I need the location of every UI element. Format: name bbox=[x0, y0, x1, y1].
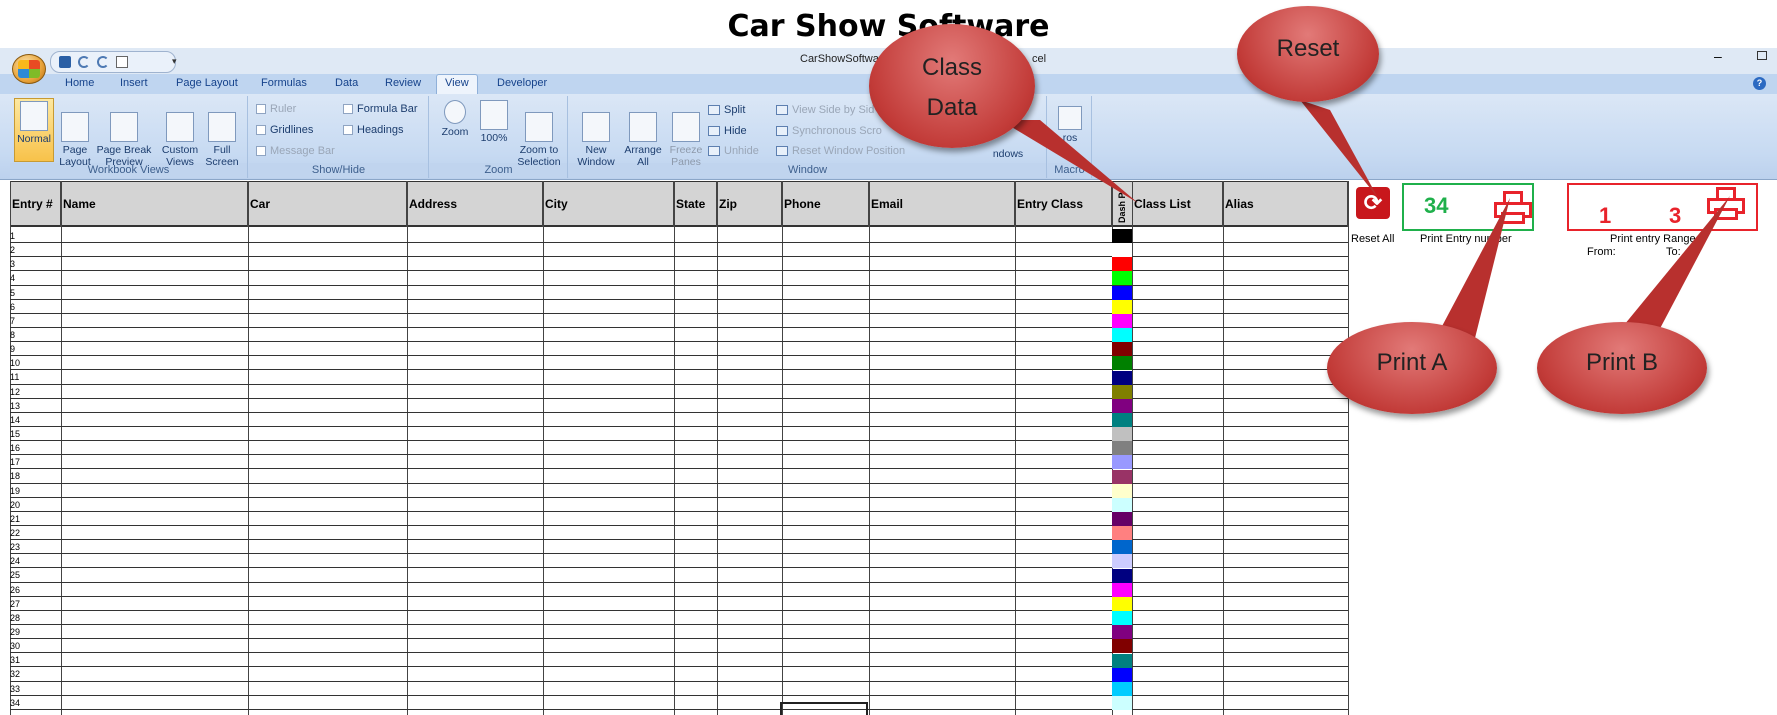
reset-callout: Reset bbox=[1237, 6, 1379, 102]
print-a-callout-tail bbox=[1440, 198, 1510, 338]
print-b-callout: Print B bbox=[1537, 322, 1707, 414]
reset-callout-tail bbox=[1300, 100, 1378, 198]
print-a-callout: Print A bbox=[1327, 322, 1497, 414]
class-data-callout-tail bbox=[1000, 120, 1138, 203]
print-b-callout-tail bbox=[1620, 196, 1730, 338]
screenshot-root: Car Show Software ▾ CarShowSoftwa cel – … bbox=[0, 0, 1777, 715]
class-data-callout: Class Data bbox=[869, 24, 1035, 148]
